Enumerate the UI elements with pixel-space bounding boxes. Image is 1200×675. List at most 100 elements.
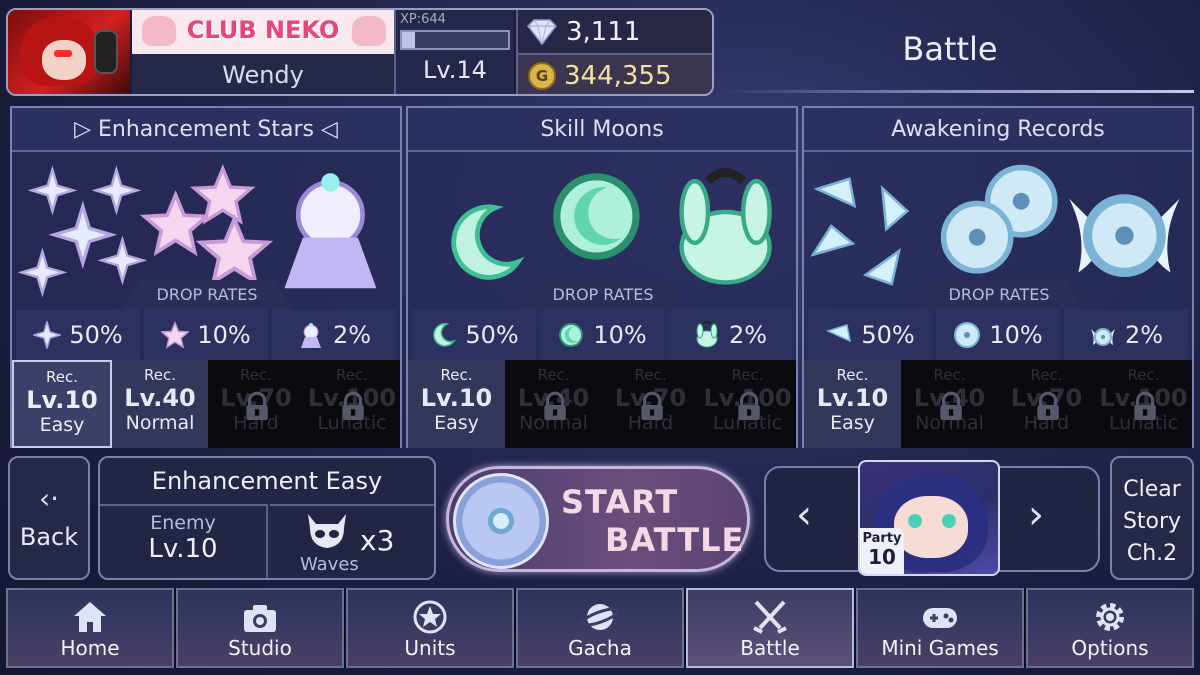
difficulty-hard[interactable]: Rec. Lv.70 Hard: [998, 360, 1095, 448]
back-label: Back: [19, 523, 79, 551]
drop-rate-item: 2%: [272, 310, 396, 360]
panel-title: ▷ Enhancement Stars ◁: [12, 108, 400, 152]
crossed-swords-icon: [753, 600, 787, 634]
difficulty-row: Rec. Lv.10 Easy Rec. Lv.40 Normal Rec. L…: [804, 360, 1192, 448]
drop-rate-value: 50%: [69, 321, 123, 349]
recommended-label: Rec.: [46, 368, 78, 386]
gems-row[interactable]: 3,111: [518, 10, 712, 53]
gold-row[interactable]: G 344,355: [518, 53, 712, 94]
nav-label: Options: [1071, 636, 1149, 660]
xp-box: XP:644 Lv.14: [394, 10, 514, 94]
lock-icon: [939, 391, 962, 420]
diamond-icon: [527, 18, 557, 45]
awakening-records-panel[interactable]: Awakening Records DROP RATES 50% 10% 2% Re…: [802, 106, 1194, 448]
party-label: Party: [862, 531, 902, 546]
recommended-label: Rec.: [144, 366, 176, 384]
lock-icon: [246, 391, 268, 420]
difficulty-easy[interactable]: Rec. Lv.10 Easy: [408, 360, 505, 448]
star-circle-icon: [413, 600, 447, 634]
recommended-label: Rec.: [240, 366, 272, 384]
waves-box: Waves x3: [270, 504, 434, 578]
star-small-icon: [33, 321, 62, 349]
recommended-label: Rec.: [336, 366, 368, 384]
lock-icon: [640, 391, 663, 420]
drop-rate-item: 10%: [936, 310, 1060, 360]
difficulty-lunatic[interactable]: Rec. Lv.100 Lunatic: [1095, 360, 1192, 448]
xp-label: XP:644: [400, 12, 446, 27]
nav-label: Studio: [228, 636, 292, 660]
bottom-nav: Home Studio Units Gacha Battle Mini Game…: [6, 588, 1194, 668]
gems-count: 3,111: [566, 16, 641, 47]
start-battle-button[interactable]: START BATTLE: [446, 466, 750, 572]
gamepad-icon: [923, 608, 957, 628]
gold-count: 344,355: [564, 60, 672, 91]
drop-rate-value: 2%: [332, 321, 372, 349]
cat-icon: [352, 16, 386, 46]
drop-rate-item: 50%: [16, 310, 140, 360]
difficulty-lunatic[interactable]: Rec. Lv.100 Lunatic: [304, 360, 400, 448]
back-button[interactable]: ‹· Back: [8, 456, 90, 580]
recommended-level: Lv.10: [420, 384, 493, 412]
enemy-level-box: Enemy Lv.10: [100, 504, 268, 578]
recommended-level: Lv.10: [26, 386, 98, 414]
recommended-label: Rec.: [634, 366, 667, 384]
panel-title: Awakening Records: [804, 108, 1192, 152]
skill-moons-panel[interactable]: Skill Moons DROP RATES 50% 10% 2% Rec. Lv.…: [406, 106, 798, 448]
difficulty-easy[interactable]: Rec. Lv.10 Easy: [12, 360, 112, 448]
drop-rates-row: 50% 10% 2%: [12, 310, 400, 360]
nav-label: Home: [60, 636, 120, 660]
page-title: Battle: [902, 30, 998, 68]
xp-bar-fill: [402, 32, 415, 48]
winged-record-icon: [1090, 328, 1115, 346]
difficulty-name: Normal: [125, 412, 195, 434]
difficulty-hard[interactable]: Rec. Lv.70 Hard: [208, 360, 304, 448]
star-large-icon: [161, 321, 190, 349]
difficulty-normal[interactable]: Rec. Lv.40 Normal: [505, 360, 602, 448]
nav-gacha[interactable]: Gacha: [516, 588, 684, 668]
record-icon: [954, 322, 981, 348]
recommended-label: Rec.: [537, 366, 570, 384]
nav-units[interactable]: Units: [346, 588, 514, 668]
drop-rate-item: 50%: [808, 310, 932, 360]
drop-rate-item: 2%: [668, 310, 792, 360]
stage-info: Enhancement Easy Enemy Lv.10 Waves x3: [98, 456, 436, 580]
drop-rate-value: 10%: [989, 321, 1043, 349]
recommended-label: Rec.: [440, 366, 473, 384]
drop-rates-label: DROP RATES: [122, 280, 292, 310]
enemy-level: Lv.10: [148, 534, 218, 564]
drop-rate-value: 10%: [593, 321, 647, 349]
difficulty-normal[interactable]: Rec. Lv.40 Normal: [112, 360, 208, 448]
difficulty-lunatic[interactable]: Rec. Lv.100 Lunatic: [699, 360, 796, 448]
difficulty-normal[interactable]: Rec. Lv.40 Normal: [901, 360, 998, 448]
party-prev-button[interactable]: ‹: [796, 492, 812, 538]
recommended-label: Rec.: [836, 366, 869, 384]
party-next-button[interactable]: ›: [1028, 492, 1044, 538]
username: Wendy: [132, 54, 394, 94]
record-disc-icon: [453, 473, 549, 569]
nav-options[interactable]: Options: [1026, 588, 1194, 668]
moon-ring-icon: [559, 323, 584, 347]
drop-rate-value: 10%: [197, 321, 251, 349]
nav-battle[interactable]: Battle: [686, 588, 854, 668]
stage-title: Enhancement Easy: [151, 467, 383, 495]
drop-rates-row: 50% 10% 2%: [408, 310, 796, 360]
nav-label: Mini Games: [881, 636, 999, 660]
difficulty-hard[interactable]: Rec. Lv.70 Hard: [602, 360, 699, 448]
difficulty-easy[interactable]: Rec. Lv.10 Easy: [804, 360, 901, 448]
clear-story-button[interactable]: Clear Story Ch.2: [1110, 456, 1194, 580]
waves-label: Waves: [300, 554, 359, 575]
nav-studio[interactable]: Studio: [176, 588, 344, 668]
nav-home[interactable]: Home: [6, 588, 174, 668]
demon-skull-icon: [308, 514, 346, 548]
enhancement-stars-panel[interactable]: ▷ Enhancement Stars ◁ DROP RATES 50% 10% 2…: [10, 106, 402, 448]
record-shard-icon: [826, 324, 852, 343]
lock-icon: [543, 391, 566, 420]
panel-title: Skill Moons: [408, 108, 796, 152]
drop-rate-item: 10%: [144, 310, 268, 360]
nav-mini-games[interactable]: Mini Games: [856, 588, 1024, 668]
club-banner[interactable]: CLUB NEKO: [132, 10, 394, 54]
player-avatar[interactable]: [8, 10, 130, 94]
gold-coin-icon: G: [528, 61, 556, 90]
camera-icon: [244, 605, 276, 632]
drop-rate-item: 50%: [412, 310, 536, 360]
